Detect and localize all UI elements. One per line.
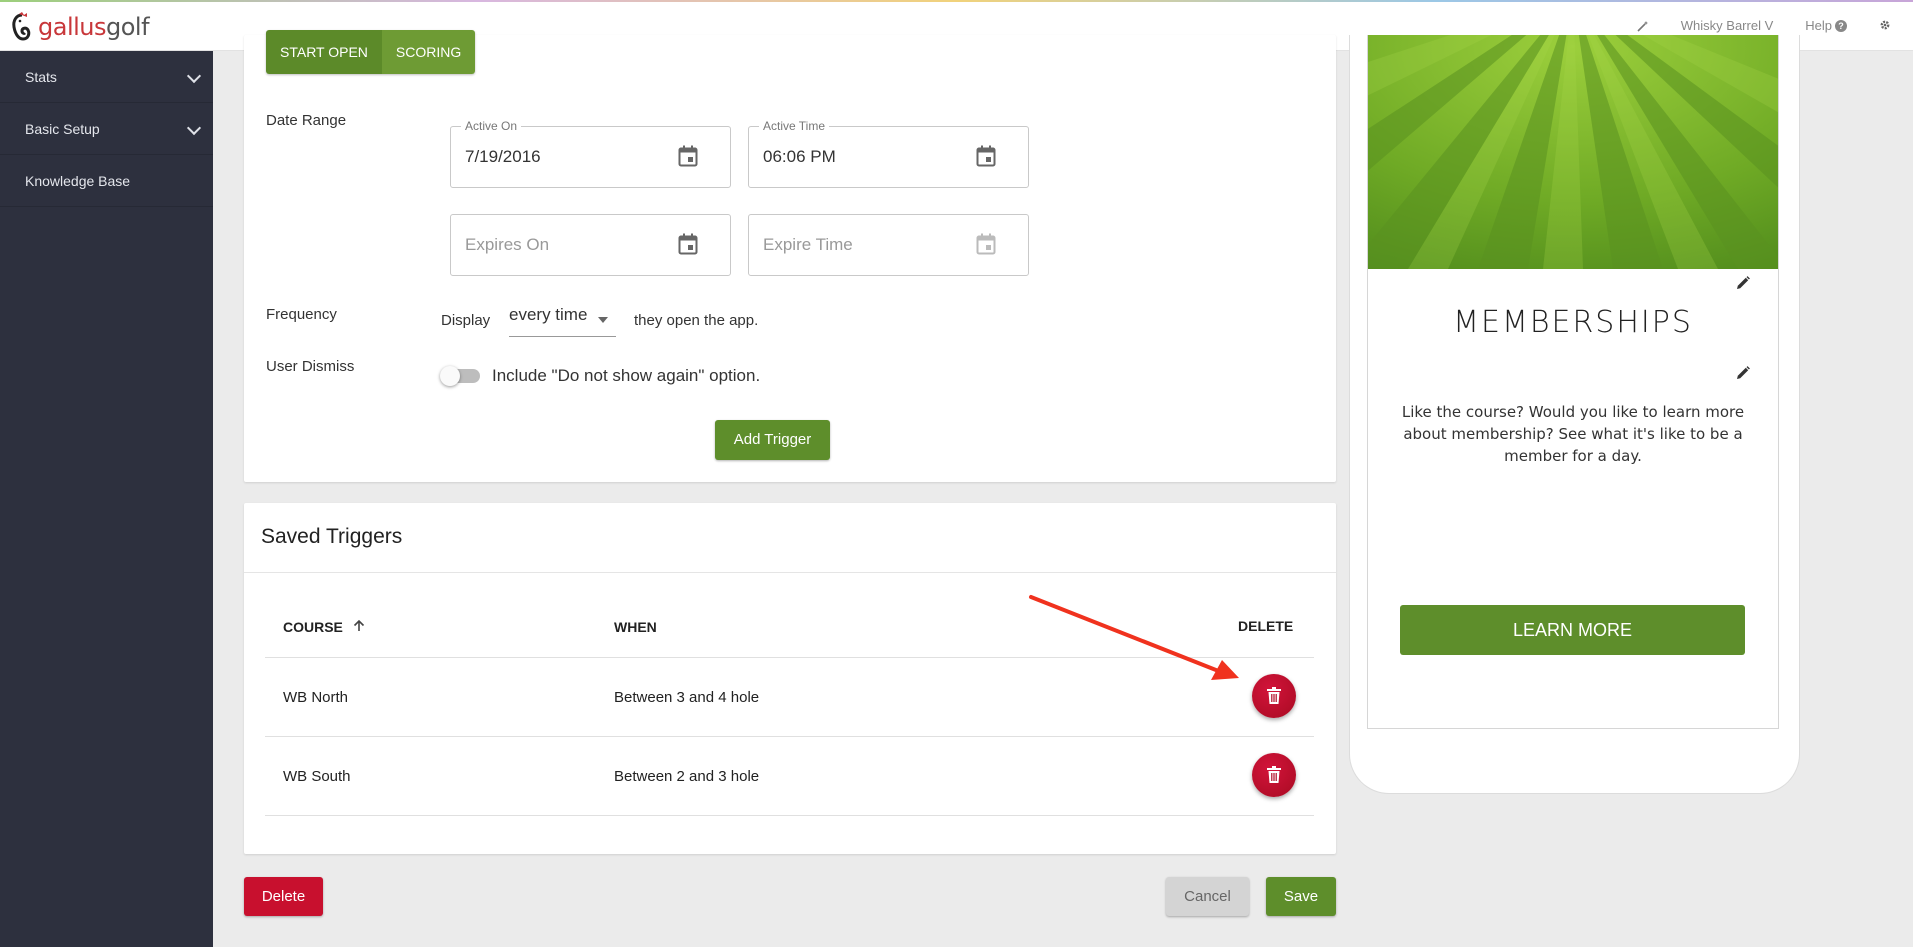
trash-icon bbox=[1267, 687, 1281, 704]
sidebar-item-label: Stats bbox=[25, 69, 57, 85]
calendar-icon[interactable] bbox=[678, 233, 698, 255]
display-suffix: they open the app. bbox=[634, 312, 759, 329]
sidebar-item-basic-setup[interactable]: Basic Setup bbox=[0, 103, 213, 155]
user-dismiss-label: User Dismiss bbox=[266, 358, 355, 375]
active-time-label: Active Time bbox=[759, 119, 830, 133]
help-link[interactable]: Help ? bbox=[1805, 18, 1847, 33]
pencil-edit-icon[interactable] bbox=[1736, 276, 1750, 290]
preview-title: MEMBERSHIPS bbox=[1453, 305, 1693, 340]
sidebar-item-label: Knowledge Base bbox=[25, 173, 131, 189]
help-label: Help bbox=[1805, 18, 1832, 33]
preview-body-text: Like the course? Would you like to learn… bbox=[1401, 403, 1745, 465]
column-header-course[interactable]: COURSE bbox=[283, 619, 365, 635]
column-header-course-label: COURSE bbox=[283, 619, 343, 635]
row-when: Between 2 and 3 hole bbox=[614, 768, 760, 785]
trash-icon bbox=[1267, 766, 1281, 783]
row-course: WB South bbox=[283, 768, 351, 785]
magic-wand-icon[interactable] bbox=[1637, 20, 1649, 32]
active-time-field[interactable]: Active Time 06:06 PM bbox=[748, 119, 1029, 188]
golf-grass-image bbox=[1368, 35, 1778, 269]
dropdown-caret-icon bbox=[598, 317, 608, 323]
pencil-edit-icon[interactable] bbox=[1736, 366, 1750, 380]
brand-name-gallus: gallus bbox=[38, 13, 107, 41]
row-course: WB North bbox=[283, 689, 349, 706]
date-range-label: Date Range bbox=[266, 112, 347, 129]
dismiss-option-label: Include "Do not show again" option. bbox=[492, 366, 761, 385]
top-accent-stripe bbox=[0, 0, 1913, 2]
chevron-down-icon bbox=[186, 68, 202, 84]
sidebar: Stats Basic Setup Knowledge Base bbox=[0, 51, 213, 947]
calendar-icon[interactable] bbox=[678, 145, 698, 167]
save-button[interactable]: Save bbox=[1266, 877, 1336, 916]
expire-time-placeholder: Expire Time bbox=[763, 235, 853, 254]
sidebar-item-stats[interactable]: Stats bbox=[0, 51, 213, 103]
active-on-label: Active On bbox=[461, 119, 522, 133]
sort-ascending-icon bbox=[353, 619, 364, 631]
display-prefix: Display bbox=[441, 312, 491, 329]
annotation-arrow-icon bbox=[1029, 595, 1239, 680]
sidebar-item-knowledge-base[interactable]: Knowledge Base bbox=[0, 155, 213, 207]
dismiss-toggle[interactable] bbox=[440, 366, 480, 386]
active-time-value: 06:06 PM bbox=[763, 147, 836, 166]
settings-gear-icon[interactable] bbox=[1879, 18, 1891, 34]
frequency-select-value: every time bbox=[509, 305, 588, 324]
sidebar-item-label: Basic Setup bbox=[25, 121, 100, 137]
expires-on-field[interactable]: Expires On bbox=[450, 214, 731, 276]
trigger-type-start-open[interactable]: Start Open bbox=[266, 30, 382, 74]
divider bbox=[265, 815, 1314, 816]
add-trigger-button[interactable]: Add Trigger bbox=[715, 420, 830, 460]
cancel-button[interactable]: Cancel bbox=[1166, 877, 1249, 916]
question-mark-icon: ? bbox=[1835, 19, 1847, 32]
frequency-select[interactable]: every time bbox=[509, 305, 616, 337]
delete-trigger-button[interactable] bbox=[1252, 674, 1296, 718]
divider bbox=[265, 736, 1314, 737]
column-header-delete: DELETE bbox=[1238, 618, 1294, 634]
calendar-icon[interactable] bbox=[976, 145, 996, 167]
row-when: Between 3 and 4 hole bbox=[614, 689, 760, 706]
brand-logo[interactable]: gallus golf bbox=[10, 12, 150, 42]
active-on-value: 7/19/2016 bbox=[465, 147, 541, 166]
delete-trigger-button[interactable] bbox=[1252, 753, 1296, 797]
saved-triggers-title: Saved Triggers bbox=[261, 525, 403, 548]
column-header-when: WHEN bbox=[614, 619, 657, 635]
trigger-type-toggle: Start Open Scoring bbox=[266, 30, 476, 74]
divider bbox=[244, 572, 1336, 573]
calendar-icon[interactable] bbox=[976, 233, 996, 255]
toggle-knob bbox=[440, 366, 460, 386]
expire-time-field[interactable]: Expire Time bbox=[748, 214, 1029, 276]
trigger-type-scoring[interactable]: Scoring bbox=[381, 30, 476, 74]
active-on-field[interactable]: Active On 7/19/2016 bbox=[450, 119, 731, 188]
frequency-label: Frequency bbox=[266, 306, 337, 323]
course-selector[interactable]: Whisky Barrel V bbox=[1681, 18, 1773, 33]
delete-button[interactable]: Delete bbox=[244, 877, 323, 916]
learn-more-button[interactable]: LEARN MORE bbox=[1400, 605, 1745, 655]
rooster-logo-icon bbox=[12, 12, 31, 41]
expires-on-placeholder: Expires On bbox=[465, 235, 550, 254]
brand-name-golf: golf bbox=[106, 13, 150, 41]
chevron-down-icon bbox=[186, 120, 202, 136]
